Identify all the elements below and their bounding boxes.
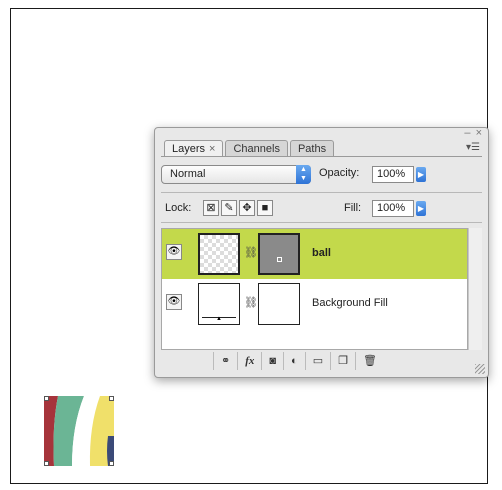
scrollbar[interactable]	[468, 228, 482, 350]
fx-icon[interactable]: fx	[237, 352, 261, 370]
lock-paint-icon[interactable]: ✎	[221, 200, 237, 216]
opacity-slider-button[interactable]: ▶	[416, 167, 426, 182]
triangle-icon: ▲	[216, 316, 222, 322]
fill-slider-button[interactable]: ▶	[416, 201, 426, 216]
transform-handle[interactable]	[109, 461, 114, 466]
trash-icon[interactable]: 🗑	[354, 352, 384, 370]
tab-channels-label: Channels	[233, 143, 280, 155]
layer-mask-thumbnail[interactable]	[258, 283, 300, 325]
layer-thumbnail: ▲	[198, 283, 240, 325]
layer-row-background-fill[interactable]: 👁 ▲ ⛓ Background Fill	[162, 279, 467, 329]
tab-layers-label: Layers	[172, 143, 206, 155]
add-mask-icon[interactable]: ◙	[261, 352, 283, 370]
divider	[161, 222, 482, 223]
layers-panel: – × Layers × Channels Paths ▾☰ Normal ▲ ▼ …	[154, 127, 489, 378]
adjustment-layer-icon[interactable]: ◐	[283, 352, 305, 370]
eye-icon[interactable]: 👁	[166, 294, 182, 310]
resize-grip-icon[interactable]	[475, 364, 485, 374]
eye-icon[interactable]: 👁	[166, 244, 182, 260]
link-chain-icon[interactable]: ⛓	[244, 296, 258, 309]
vector-mask-thumbnail[interactable]	[258, 233, 300, 275]
link-chain-icon[interactable]: ⛓	[244, 246, 258, 259]
mask-dot	[277, 257, 282, 262]
artwork-graphic	[44, 396, 114, 466]
transform-handle[interactable]	[44, 396, 49, 401]
panel-tabs: Layers × Channels Paths	[164, 140, 336, 157]
tab-channels[interactable]: Channels	[225, 140, 288, 157]
opacity-label: Opacity:	[319, 167, 360, 179]
lock-label: Lock:	[165, 202, 192, 214]
opacity-input[interactable]: 100%	[372, 166, 414, 183]
blend-mode-value: Normal	[170, 168, 206, 180]
lock-all-icon[interactable]: ■	[257, 200, 273, 216]
link-layers-icon[interactable]: ⚭	[213, 352, 237, 370]
selected-artwork[interactable]	[44, 396, 114, 466]
layer-name[interactable]: Background Fill	[312, 297, 388, 309]
new-layer-icon[interactable]: ❐	[330, 352, 355, 370]
fill-input[interactable]: 100%	[372, 200, 414, 217]
transform-handle[interactable]	[109, 396, 114, 401]
blend-mode-select[interactable]: Normal ▲ ▼	[161, 165, 311, 184]
tab-paths[interactable]: Paths	[289, 140, 335, 157]
lock-options: ⊠ ✎ ✥ ■	[203, 200, 273, 216]
minimize-icon[interactable]: –	[464, 128, 470, 139]
transform-handle[interactable]	[44, 461, 49, 466]
panel-menu-icon[interactable]: ▾☰	[466, 142, 480, 153]
tab-divider	[161, 156, 482, 157]
layers-list: 👁 ⛓ ball 👁 ▲ ⛓ Background Fill	[161, 228, 468, 350]
tab-layers[interactable]: Layers ×	[164, 140, 224, 157]
panel-bottom-toolbar: ⚭ fx ◙ ◐ ▭ ❐ 🗑	[213, 352, 384, 372]
divider	[161, 192, 482, 193]
tab-close-icon[interactable]: ×	[209, 143, 215, 155]
close-panel-icon[interactable]: ×	[476, 128, 482, 139]
window-controls: – ×	[462, 128, 482, 139]
lock-move-icon[interactable]: ✥	[239, 200, 255, 216]
tab-paths-label: Paths	[297, 143, 327, 155]
folder-icon[interactable]: ▭	[304, 352, 330, 370]
lock-transparency-icon[interactable]: ⊠	[203, 200, 219, 216]
layer-thumbnail	[198, 233, 240, 275]
layer-name[interactable]: ball	[312, 247, 331, 259]
layer-row-ball[interactable]: 👁 ⛓ ball	[162, 229, 467, 279]
select-arrows-icon: ▲ ▼	[296, 165, 311, 184]
fill-label: Fill:	[344, 202, 362, 214]
